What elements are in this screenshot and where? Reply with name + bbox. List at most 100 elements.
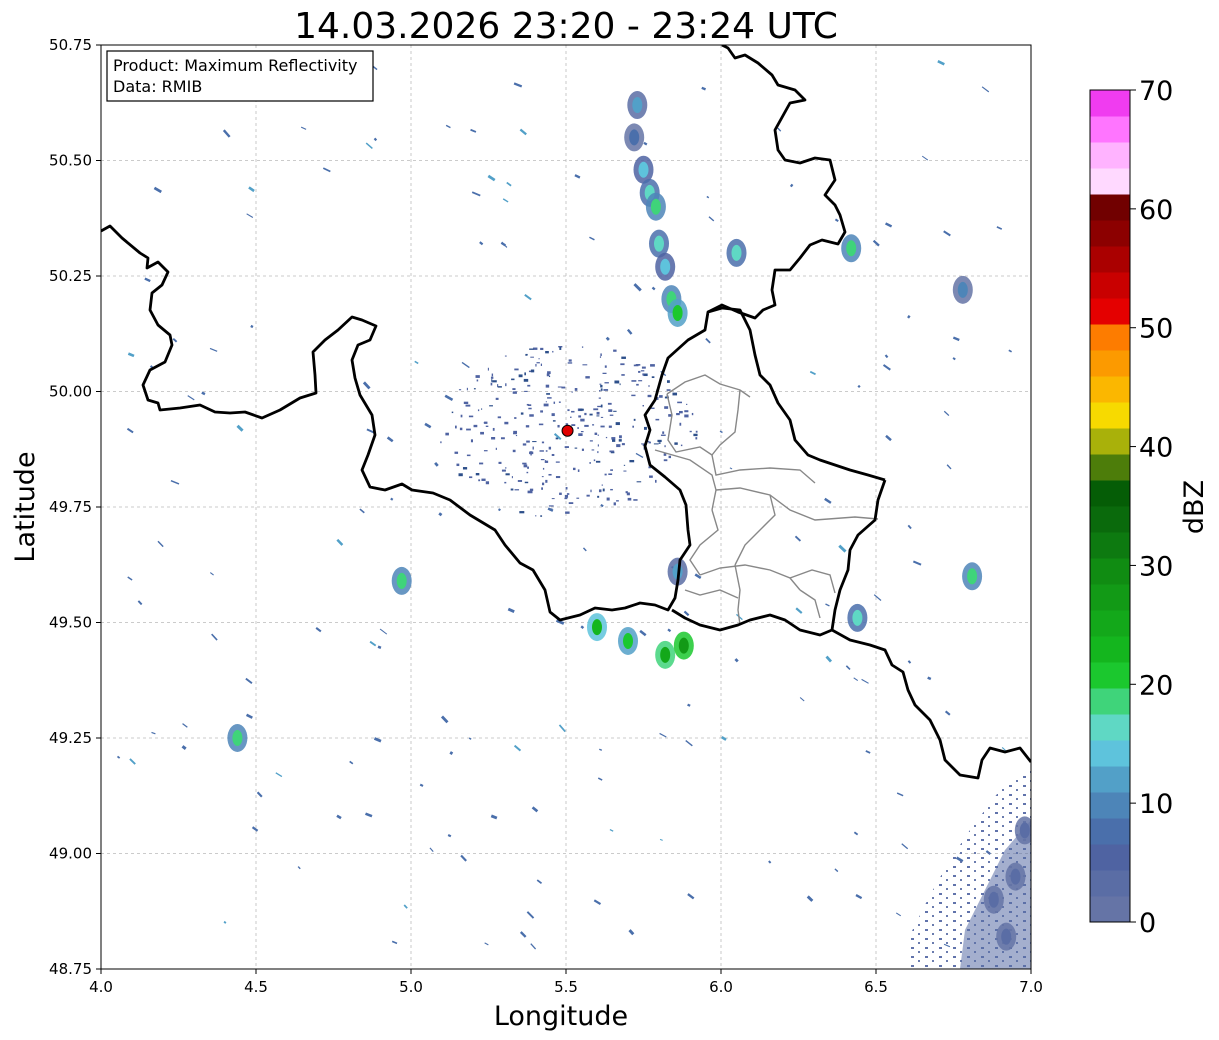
clutter-pixel <box>538 358 540 360</box>
clutter-pixel <box>542 467 545 470</box>
clutter-pixel <box>511 476 513 479</box>
reflectivity-cell <box>957 281 968 298</box>
colorbar-segment <box>1090 324 1130 351</box>
y-tick-label: 50.25 <box>49 267 92 285</box>
clutter-pixel <box>651 407 655 409</box>
clutter-pixel <box>677 401 683 404</box>
clutter-pixel <box>497 416 502 419</box>
colorbar-segment <box>1090 142 1130 169</box>
clutter-pixel <box>545 350 549 354</box>
clutter-pixel <box>629 459 635 463</box>
x-tick-label: 6.5 <box>864 978 888 996</box>
clutter-pixel <box>552 420 556 422</box>
clutter-pixel <box>540 363 543 366</box>
clutter-pixel <box>608 425 612 428</box>
clutter-pixel <box>497 384 499 387</box>
colorbar-segment <box>1090 90 1130 117</box>
y-tick-label: 49.00 <box>49 845 92 863</box>
clutter-pixel <box>504 421 509 425</box>
clutter-pixel <box>589 462 591 464</box>
colorbar-tick-label: 30 <box>1139 551 1173 582</box>
clutter-pixel <box>623 464 626 466</box>
clutter-pixel <box>555 476 561 479</box>
clutter-pixel <box>481 478 486 481</box>
reflectivity-cell <box>660 646 671 663</box>
clutter-pixel <box>480 431 484 435</box>
clutter-pixel <box>535 515 537 517</box>
colorbar-tick-label: 60 <box>1139 195 1173 226</box>
clutter-pixel <box>510 488 514 491</box>
clutter-pixel <box>642 373 645 376</box>
colorbar-label: dBZ <box>1179 480 1210 534</box>
clutter-pixel <box>609 450 615 453</box>
clutter-pixel <box>676 413 680 416</box>
clutter-pixel <box>524 372 526 376</box>
clutter-pixel <box>643 426 647 430</box>
reflectivity-cell <box>660 258 671 275</box>
clutter-pixel <box>529 348 534 350</box>
radar-map-chart: 14.03.2026 23:20 - 23:24 UTC Product: Ma… <box>10 6 1210 1032</box>
clutter-pixel <box>541 476 544 478</box>
clutter-pixel <box>526 471 529 474</box>
clutter-pixel <box>514 489 520 491</box>
clutter-pixel <box>598 489 602 493</box>
colorbar-tick-label: 20 <box>1139 670 1173 701</box>
clutter-pixel <box>540 515 543 517</box>
reflectivity-cell <box>232 730 243 746</box>
clutter-pixel <box>580 431 584 433</box>
clutter-pixel <box>601 484 604 486</box>
y-tick-label: 50.00 <box>49 383 92 401</box>
clutter-pixel <box>529 488 534 491</box>
clutter-pixel <box>610 469 613 471</box>
colorbar-segment <box>1090 688 1130 715</box>
clutter-pixel <box>642 405 645 407</box>
clutter-pixel <box>597 451 599 454</box>
clutter-pixel <box>559 492 562 495</box>
clutter-pixel <box>522 443 527 446</box>
clutter-pixel <box>515 434 518 437</box>
clutter-pixel <box>613 349 617 352</box>
clutter-pixel <box>638 370 641 373</box>
clutter-pixel <box>522 462 527 465</box>
clutter-pixel <box>535 363 537 367</box>
clutter-pixel <box>633 364 639 367</box>
x-axis-label: Longitude <box>494 1001 628 1032</box>
clutter-pixel <box>653 443 659 445</box>
clutter-pixel <box>600 404 603 408</box>
clutter-pixel <box>483 422 486 424</box>
clutter-pixel <box>543 403 549 407</box>
clutter-pixel <box>564 497 568 500</box>
clutter-pixel <box>451 411 454 414</box>
clutter-pixel <box>504 467 507 469</box>
clutter-pixel <box>477 409 480 412</box>
clutter-pixel <box>544 460 549 463</box>
colorbar-tick-label: 40 <box>1139 433 1173 464</box>
clutter-pixel <box>649 475 653 478</box>
clutter-pixel <box>679 422 682 426</box>
clutter-pixel <box>636 383 639 386</box>
clutter-pixel <box>578 415 582 418</box>
clutter-pixel <box>684 410 689 413</box>
clutter-pixel <box>501 469 506 472</box>
colorbar-segment <box>1090 350 1130 377</box>
clutter-pixel <box>541 487 543 490</box>
clutter-pixel <box>633 418 636 421</box>
clutter-pixel <box>463 401 469 405</box>
clutter-pixel <box>491 373 494 377</box>
clutter-pixel <box>473 424 478 428</box>
clutter-pixel <box>524 390 528 392</box>
clutter-pixel <box>674 442 678 445</box>
clutter-pixel <box>475 473 480 476</box>
colorbar-ticks: 0 10 20 30 40 50 60 70 <box>1130 76 1173 939</box>
clutter-pixel <box>606 497 610 501</box>
clutter-pixel <box>565 487 568 490</box>
clutter-pixel <box>485 481 490 485</box>
clutter-pixel <box>593 408 599 411</box>
clutter-pixel <box>466 387 468 391</box>
clutter-pixel <box>619 435 622 439</box>
clutter-pixel <box>541 441 545 444</box>
clutter-pixel <box>600 384 603 388</box>
clutter-pixel <box>684 414 689 418</box>
clutter-pixel <box>695 430 698 433</box>
clutter-pixel <box>440 441 442 444</box>
